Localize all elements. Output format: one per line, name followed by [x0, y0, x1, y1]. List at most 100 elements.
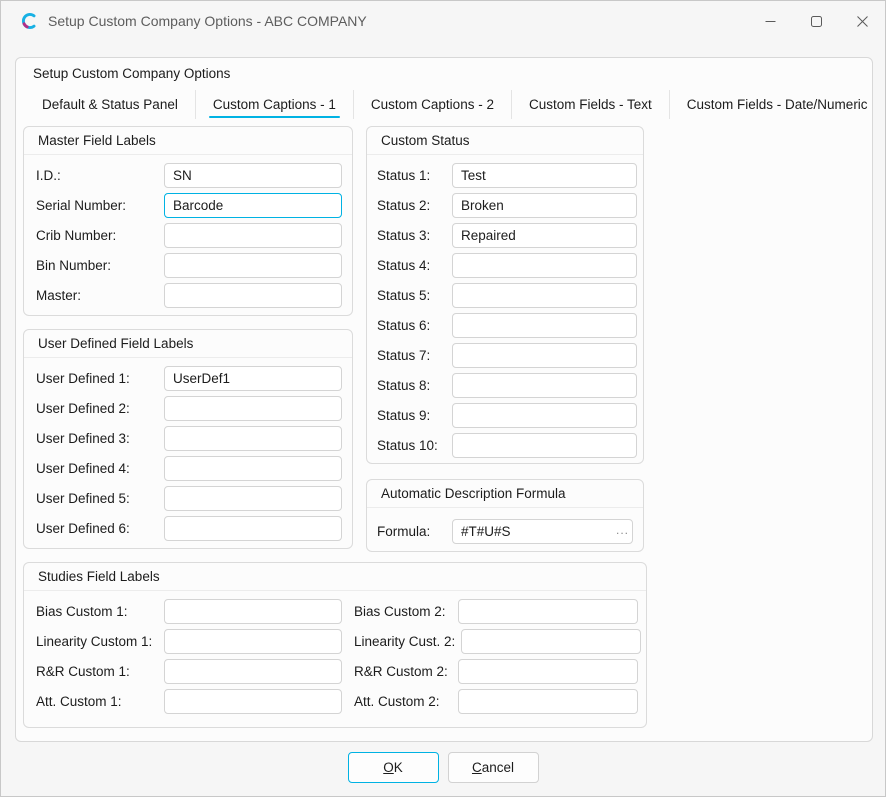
- field-row: Bin Number:: [36, 250, 342, 280]
- group-title-master: Master Field Labels: [24, 127, 352, 155]
- field-row: Status 1:: [377, 160, 633, 190]
- input-status-3[interactable]: [452, 223, 637, 248]
- master-field-labels-group: Master Field Labels I.D.: Serial Number: C…: [23, 126, 353, 316]
- label-user-defined-4: User Defined 4:: [36, 461, 164, 476]
- field-row: Status 7:: [377, 340, 633, 370]
- close-icon: [857, 16, 868, 27]
- tab-strip: Default & Status PanelCustom Captions - …: [25, 90, 885, 119]
- input-user-defined-2[interactable]: [164, 396, 342, 421]
- field-row: Formula: ...: [377, 516, 633, 546]
- label-status-9: Status 9:: [377, 408, 452, 423]
- label-user-defined-6: User Defined 6:: [36, 521, 164, 536]
- dialog-footer: OK Cancel: [1, 752, 885, 783]
- label-status-5: Status 5:: [377, 288, 452, 303]
- field-row: Crib Number:: [36, 220, 342, 250]
- field-row: R&R Custom 2:: [354, 656, 641, 686]
- cancel-button[interactable]: Cancel: [448, 752, 539, 783]
- field-row: I.D.:: [36, 160, 342, 190]
- input-status-4[interactable]: [452, 253, 637, 278]
- label-status-7: Status 7:: [377, 348, 452, 363]
- field-row: Att. Custom 1:: [36, 686, 342, 716]
- studies-field-labels-group: Studies Field Labels Bias Custom 1: Linea…: [23, 562, 647, 728]
- input-crib-number[interactable]: [164, 223, 342, 248]
- field-row: Serial Number:: [36, 190, 342, 220]
- tab-default-status-panel[interactable]: Default & Status Panel: [25, 90, 196, 119]
- minimize-button[interactable]: [747, 1, 793, 41]
- input-bin-number[interactable]: [164, 253, 342, 278]
- input-serial-number[interactable]: [164, 193, 342, 218]
- input-status-1[interactable]: [452, 163, 637, 188]
- input-user-defined-5[interactable]: [164, 486, 342, 511]
- input-status-8[interactable]: [452, 373, 637, 398]
- label-att-custom-2: Att. Custom 2:: [354, 694, 458, 709]
- formula-input-wrap: ...: [452, 519, 633, 544]
- input-i-d[interactable]: [164, 163, 342, 188]
- input-att-custom-1[interactable]: [164, 689, 342, 714]
- field-row: Status 9:: [377, 400, 633, 430]
- input-master[interactable]: [164, 283, 342, 308]
- field-row: Status 2:: [377, 190, 633, 220]
- label-status-2: Status 2:: [377, 198, 452, 213]
- input-user-defined-4[interactable]: [164, 456, 342, 481]
- formula-input[interactable]: [452, 519, 633, 544]
- label-crib-number: Crib Number:: [36, 228, 164, 243]
- cancel-button-label: Cancel: [472, 760, 514, 775]
- input-att-custom-2[interactable]: [458, 689, 638, 714]
- formula-row-container: Formula: ...: [367, 508, 643, 546]
- input-linearity-custom-1[interactable]: [164, 629, 342, 654]
- input-linearity-cust-2[interactable]: [461, 629, 641, 654]
- field-row: User Defined 6:: [36, 513, 342, 543]
- input-status-5[interactable]: [452, 283, 637, 308]
- label-user-defined-2: User Defined 2:: [36, 401, 164, 416]
- input-user-defined-6[interactable]: [164, 516, 342, 541]
- label-linearity-custom-1: Linearity Custom 1:: [36, 634, 164, 649]
- input-user-defined-1[interactable]: [164, 366, 342, 391]
- input-status-2[interactable]: [452, 193, 637, 218]
- field-row: User Defined 4:: [36, 453, 342, 483]
- label-user-defined-3: User Defined 3:: [36, 431, 164, 446]
- label-linearity-cust-2: Linearity Cust. 2:: [354, 634, 461, 649]
- group-title-studies: Studies Field Labels: [24, 563, 646, 591]
- setup-options-groupbox: Setup Custom Company Options Default & S…: [15, 57, 873, 742]
- input-bias-custom-1[interactable]: [164, 599, 342, 624]
- input-r-r-custom-2[interactable]: [458, 659, 638, 684]
- label-status-1: Status 1:: [377, 168, 452, 183]
- field-row: User Defined 3:: [36, 423, 342, 453]
- formula-browse-button[interactable]: ...: [616, 523, 629, 537]
- field-row: Master:: [36, 280, 342, 310]
- tab-custom-fields-date-numeric[interactable]: Custom Fields - Date/Numeric: [670, 90, 885, 119]
- input-bias-custom-2[interactable]: [458, 599, 638, 624]
- label-formula: Formula:: [377, 524, 452, 539]
- tab-custom-fields-text[interactable]: Custom Fields - Text: [512, 90, 670, 119]
- label-att-custom-1: Att. Custom 1:: [36, 694, 164, 709]
- dialog-window: Setup Custom Company Options - ABC COMPA…: [0, 0, 886, 797]
- ok-button[interactable]: OK: [348, 752, 439, 783]
- label-r-r-custom-2: R&R Custom 2:: [354, 664, 458, 679]
- input-user-defined-3[interactable]: [164, 426, 342, 451]
- studies-fields-left: Bias Custom 1:Linearity Custom 1:R&R Cus…: [36, 596, 342, 716]
- label-status-4: Status 4:: [377, 258, 452, 273]
- input-status-6[interactable]: [452, 313, 637, 338]
- field-row: Linearity Cust. 2:: [354, 626, 641, 656]
- label-bin-number: Bin Number:: [36, 258, 164, 273]
- field-row: Status 4:: [377, 250, 633, 280]
- maximize-button[interactable]: [793, 1, 839, 41]
- close-button[interactable]: [839, 1, 885, 41]
- field-row: Bias Custom 1:: [36, 596, 342, 626]
- field-row: User Defined 1:: [36, 363, 342, 393]
- studies-fields-right: Bias Custom 2:Linearity Cust. 2:R&R Cust…: [354, 596, 641, 716]
- field-row: Linearity Custom 1:: [36, 626, 342, 656]
- label-user-defined-1: User Defined 1:: [36, 371, 164, 386]
- input-status-9[interactable]: [452, 403, 637, 428]
- field-row: User Defined 2:: [36, 393, 342, 423]
- input-r-r-custom-1[interactable]: [164, 659, 342, 684]
- tab-custom-captions-1[interactable]: Custom Captions - 1: [196, 90, 354, 119]
- label-serial-number: Serial Number:: [36, 198, 164, 213]
- input-status-7[interactable]: [452, 343, 637, 368]
- field-row: Att. Custom 2:: [354, 686, 641, 716]
- tab-custom-captions-2[interactable]: Custom Captions - 2: [354, 90, 512, 119]
- label-master: Master:: [36, 288, 164, 303]
- master-fields: I.D.: Serial Number: Crib Number: Bin Numbe…: [24, 155, 352, 310]
- input-status-10[interactable]: [452, 433, 637, 458]
- automatic-description-formula-group: Automatic Description Formula Formula: .…: [366, 479, 644, 552]
